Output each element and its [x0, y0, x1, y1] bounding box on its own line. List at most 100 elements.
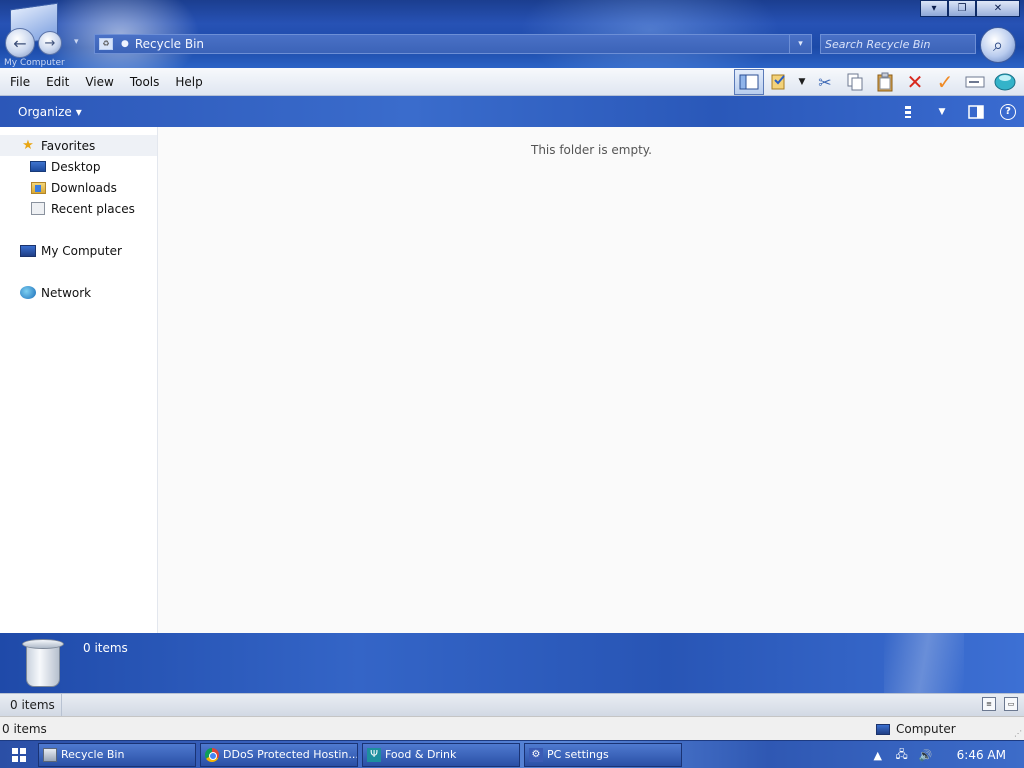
volume-icon[interactable]: 🔊 [919, 748, 933, 762]
command-bar: Organize ▾ ▼ ? [0, 96, 1024, 127]
outer-status-bar: 0 items Computer ⋰ [0, 716, 1024, 740]
details-item-count: 0 items [83, 641, 128, 655]
menu-bar: File Edit View Tools Help ▼ ✂ ✕ ✓ [0, 68, 1024, 96]
details-view-icon[interactable]: ≡ [982, 697, 996, 711]
large-icons-view-icon[interactable]: ▭ [1004, 697, 1018, 711]
nav-my-computer[interactable]: My Computer [0, 240, 157, 261]
toolbar: ▼ ✂ ✕ ✓ [734, 69, 1020, 95]
nav-network[interactable]: Network [0, 282, 157, 303]
taskbar-item-food-drink[interactable]: Ψ Food & Drink [362, 742, 520, 767]
zone-label: Computer [896, 722, 956, 736]
recent-places-icon [30, 202, 46, 216]
computer-icon [20, 244, 36, 258]
resize-grip-icon[interactable]: ⋰ [1014, 729, 1022, 738]
start-button[interactable] [0, 741, 38, 768]
recycle-bin-icon: ♻ [99, 38, 113, 50]
organize-button[interactable]: Organize ▾ [18, 105, 82, 119]
nav-favorites[interactable]: ★ Favorites [0, 135, 157, 156]
properties-icon[interactable] [764, 69, 794, 95]
taskbar-item-label: Recycle Bin [61, 748, 125, 761]
nav-recent-places-label: Recent places [51, 201, 135, 216]
dropdown-icon[interactable]: ▼ [794, 69, 810, 95]
status-bar: 0 items ≡ ▭ [0, 693, 1024, 716]
taskbar-item-recycle-bin[interactable]: Recycle Bin [38, 742, 196, 767]
taskbar-item-label: DDoS Protected Hostin... [223, 748, 358, 761]
details-pane: 0 items [0, 633, 1024, 693]
globe-icon[interactable] [990, 69, 1020, 95]
chrome-icon [205, 747, 219, 762]
arrow-right-icon: → [44, 35, 56, 51]
outer-item-count: 0 items [2, 721, 47, 736]
preview-pane-icon[interactable] [966, 102, 986, 122]
taskbar-item-pc-settings[interactable]: ⚙ PC settings [524, 742, 682, 767]
breadcrumb-separator-icon[interactable]: ● [121, 39, 129, 49]
cut-icon[interactable]: ✂ [810, 69, 840, 95]
gear-icon: ⚙ [529, 747, 543, 762]
menu-help[interactable]: Help [167, 68, 210, 95]
view-switcher: ≡ ▭ [982, 697, 1018, 711]
copy-icon[interactable] [840, 69, 870, 95]
network-icon [20, 286, 36, 300]
system-tray: ▲ 🖧 🔊 6:46 AM [871, 741, 1024, 768]
taskbar: Recycle Bin DDoS Protected Hostin... Ψ F… [0, 740, 1024, 768]
nav-desktop[interactable]: Desktop [0, 156, 157, 177]
taskbar-item-chrome[interactable]: DDoS Protected Hostin... [200, 742, 358, 767]
show-hidden-icons-icon[interactable]: ▲ [871, 748, 885, 762]
menu-view[interactable]: View [77, 68, 121, 95]
maximize-button[interactable]: ❐ [948, 0, 976, 17]
status-item-count: 0 items [0, 694, 62, 716]
close-button[interactable]: ✕ [976, 0, 1020, 17]
recycle-bin-icon [43, 747, 57, 762]
layout-icon[interactable] [734, 69, 764, 95]
taskbar-clock[interactable]: 6:46 AM [957, 748, 1006, 762]
view-options-dropdown-icon[interactable]: ▼ [932, 102, 952, 122]
command-bar-right: ▼ ? [898, 96, 1016, 127]
change-view-icon[interactable] [898, 102, 918, 122]
nav-favorites-label: Favorites [41, 138, 96, 153]
computer-caption: My Computer [4, 58, 65, 68]
zone-indicator: Computer [876, 717, 956, 741]
search-box[interactable] [820, 34, 976, 54]
check-icon[interactable]: ✓ [930, 69, 960, 95]
address-bar[interactable]: ♻ ● Recycle Bin ▾ [94, 34, 812, 54]
nav-network-label: Network [41, 285, 92, 300]
desktop-icon [30, 160, 46, 174]
menu-edit[interactable]: Edit [38, 68, 77, 95]
details-highlight [884, 633, 964, 693]
window-controls: ▾ ❐ ✕ [920, 0, 1020, 17]
minimize-button[interactable]: ▾ [920, 0, 948, 17]
chevron-down-icon: ▾ [75, 104, 82, 119]
downloads-folder-icon [30, 181, 46, 195]
food-drink-icon: Ψ [367, 747, 381, 762]
nav-recent-places[interactable]: Recent places [0, 198, 157, 219]
paste-icon[interactable] [870, 69, 900, 95]
nav-downloads[interactable]: Downloads [0, 177, 157, 198]
nav-my-computer-label: My Computer [41, 243, 122, 258]
delete-icon[interactable]: ✕ [900, 69, 930, 95]
windows-logo-icon [12, 747, 26, 762]
nav-downloads-label: Downloads [51, 180, 117, 195]
search-button[interactable]: ⌕ [980, 27, 1016, 63]
search-icon: ⌕ [992, 34, 1004, 56]
menu-tools[interactable]: Tools [122, 68, 168, 95]
empty-folder-message: This folder is empty. [531, 143, 652, 157]
address-path[interactable]: Recycle Bin [135, 37, 204, 51]
organize-label: Organize [18, 104, 72, 119]
back-button[interactable]: ← [5, 28, 35, 58]
rename-icon[interactable] [960, 69, 990, 95]
history-dropdown-icon[interactable]: ▾ [74, 37, 79, 47]
computer-icon [876, 723, 890, 735]
taskbar-item-label: Food & Drink [385, 748, 457, 761]
arrow-left-icon: ← [13, 33, 27, 53]
address-dropdown-icon[interactable]: ▾ [789, 35, 811, 53]
recycle-bin-icon [22, 639, 64, 687]
search-input[interactable] [821, 35, 975, 53]
menu-file[interactable]: File [0, 68, 38, 95]
forward-button[interactable]: → [38, 31, 62, 55]
help-icon[interactable]: ? [1000, 103, 1016, 120]
network-status-icon[interactable]: 🖧 [895, 748, 909, 762]
navigation-pane: ★ Favorites Desktop Downloads Recent pla… [0, 127, 158, 633]
file-list-area[interactable]: This folder is empty. [159, 127, 1024, 633]
